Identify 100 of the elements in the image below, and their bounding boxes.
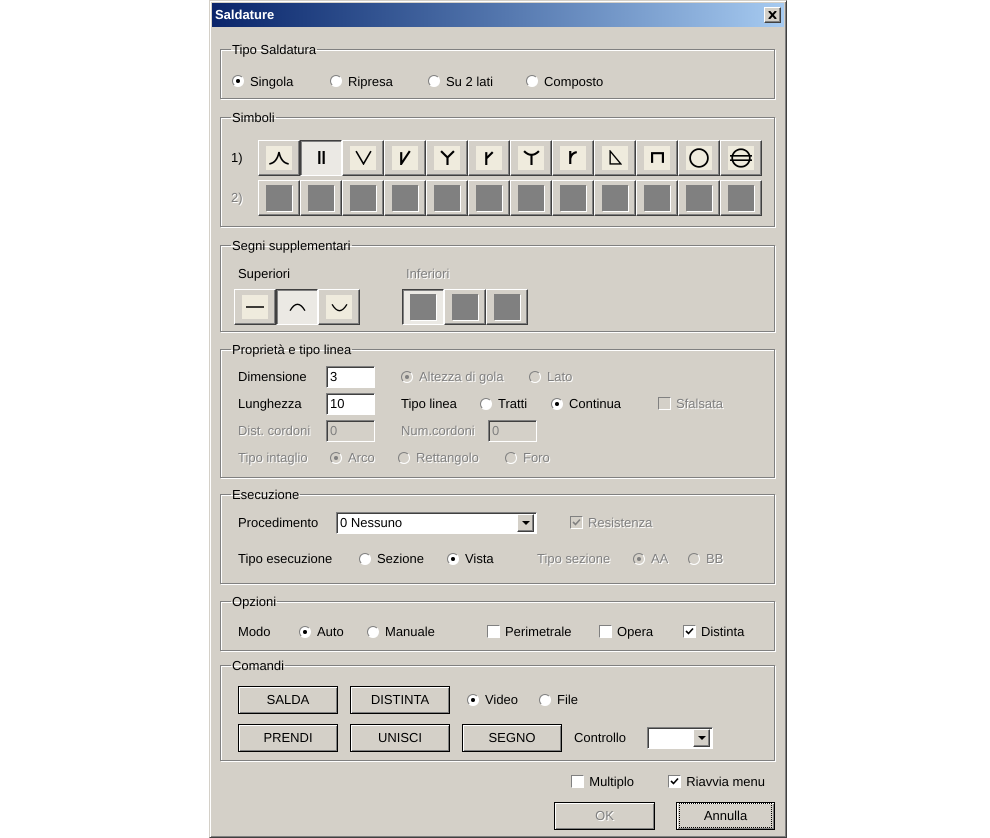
label-text: Dist. cordoni [238, 422, 312, 440]
blank-symbol-icon [602, 184, 628, 210]
radio-label: Su 2 lati [446, 72, 493, 90]
radio-button[interactable] [330, 75, 342, 88]
radio-label: Manuale [385, 622, 435, 641]
checkbox[interactable] [571, 775, 584, 788]
radio-button[interactable] [467, 694, 479, 706]
symbol-button[interactable] [276, 289, 318, 325]
checkbox-label: Sfalsata [676, 394, 723, 413]
row-label: 2) [231, 188, 244, 207]
v-shape-icon [354, 150, 372, 165]
checkbox[interactable] [487, 625, 500, 638]
group-title: Proprietà e tipo linea [231, 341, 352, 359]
radio-button[interactable] [526, 75, 538, 88]
radio-button[interactable] [428, 75, 440, 88]
blank-symbol-icon [452, 294, 478, 320]
radio-label: AA [651, 550, 668, 568]
triangle-icon [608, 150, 622, 165]
radio-label: Altezza di gola [419, 368, 504, 386]
radio-label: Singola [250, 72, 294, 91]
push-button[interactable]: PRENDI [238, 724, 338, 752]
group-title: Segni supplementari [231, 237, 352, 255]
blank-symbol-icon [308, 184, 334, 210]
label-text: Tipo sezione [537, 550, 612, 568]
checkbox-label: Opera [617, 622, 654, 641]
group-title: Tipo Saldatura [231, 41, 318, 59]
concave-arc-icon [330, 302, 348, 312]
checkbox[interactable] [599, 625, 612, 638]
radio-label: Auto [317, 622, 344, 641]
checkbox[interactable] [668, 775, 682, 788]
checkbox-label: Multiplo [589, 773, 634, 791]
blank-symbol-icon [392, 184, 418, 210]
checkbox-label: Resistenza [588, 514, 652, 532]
checkbox-label: Perimetrale [505, 622, 572, 641]
blank-symbol-icon [476, 184, 502, 210]
blank-symbol-icon [560, 184, 586, 210]
dropdown[interactable] [647, 726, 713, 748]
horizontal-line-icon [245, 306, 265, 308]
label-text: Tipo esecuzione [238, 550, 334, 568]
label-text: Num.cordoni [401, 422, 476, 440]
radio-button[interactable] [539, 694, 551, 706]
radio-button[interactable] [551, 398, 563, 410]
radio-label: File [557, 690, 578, 709]
group-title: Opzioni [231, 593, 278, 611]
radio-label: Vista [465, 550, 494, 568]
checkbox-label: Riavvia menu [686, 773, 765, 791]
radio-label: BB [706, 550, 724, 568]
checkmark-icon [685, 627, 694, 636]
checkbox-label: Distinta [701, 622, 744, 641]
blank-symbol-icon [266, 184, 292, 210]
push-button[interactable]: UNISCI [350, 724, 450, 752]
text-field[interactable]: 3 [326, 366, 375, 388]
dropdown-arrow-button[interactable] [693, 728, 710, 746]
row-label: 1) [231, 148, 244, 167]
blank-symbol-icon [686, 184, 712, 210]
push-button[interactable]: SALDA [238, 686, 338, 714]
radio-label: Lato [547, 368, 572, 386]
j-shape-icon [568, 151, 578, 164]
radio-label: Ripresa [348, 72, 393, 91]
radio-button[interactable] [299, 626, 311, 638]
bracket-icon [650, 152, 664, 163]
radio-button[interactable] [480, 398, 492, 410]
radio-button[interactable] [367, 626, 379, 638]
close-icon [768, 11, 777, 19]
radio-label: Video [485, 690, 518, 709]
label-text: Procedimento [238, 514, 320, 532]
radio-button[interactable] [447, 552, 459, 564]
label-text: Lunghezza [238, 394, 303, 413]
bevel-shape-icon [400, 150, 410, 165]
close-button[interactable] [764, 7, 781, 23]
dropdown-arrow-button[interactable] [517, 514, 534, 532]
k-shape-icon [484, 150, 494, 164]
blank-symbol-icon [728, 184, 754, 210]
radio-button[interactable] [359, 552, 371, 564]
radio-label: Continua [569, 394, 622, 413]
radio-button[interactable] [232, 75, 244, 88]
caret-icon [522, 520, 530, 524]
push-button[interactable]: Annulla [676, 802, 775, 830]
blank-symbol-icon [518, 184, 544, 210]
label-text: Dimensione [238, 368, 308, 386]
circle-icon [689, 148, 709, 168]
symbol-button[interactable] [300, 140, 342, 176]
crossed-circle-icon [730, 148, 752, 168]
push-button[interactable]: DISTINTA [350, 686, 450, 714]
flare-joint-icon [268, 150, 290, 164]
group-title: Simboli [231, 109, 276, 127]
caret-icon [698, 736, 706, 740]
radio-label: Arco [348, 448, 375, 467]
checkbox[interactable] [683, 625, 696, 638]
radio-label: Composto [544, 72, 604, 91]
push-button[interactable]: SEGNO [462, 724, 562, 752]
text-field[interactable]: 10 [326, 392, 375, 414]
label-text: Tipo intaglio [238, 448, 309, 467]
radio-label: Foro [523, 448, 550, 467]
label-text: Modo [238, 622, 272, 641]
radio-label: Tratti [498, 394, 528, 413]
dropdown-value: 0 Nessuno [340, 514, 402, 532]
blank-symbol-icon [494, 294, 520, 320]
dropdown[interactable]: 0 Nessuno [336, 512, 537, 534]
radio-label: Rettangolo [416, 448, 479, 467]
